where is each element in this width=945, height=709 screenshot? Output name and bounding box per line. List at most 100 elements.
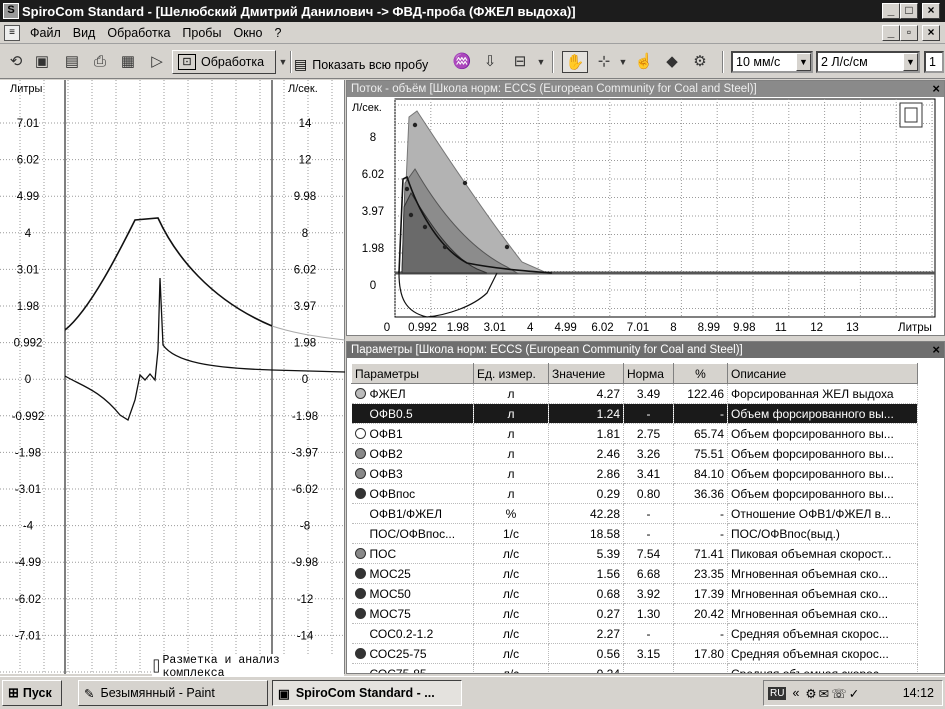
params-row[interactable]: СОС0.2-1.2 л/с 2.27- - Средняя объемная скор… [351, 623, 918, 644]
params-row[interactable]: ФЖЕЛ л 4.27 3.49 122.46 Форсированная ЖЕЛ выд… [351, 383, 918, 404]
cell-desc: Средняя объемная скорос... [727, 643, 918, 664]
params-close-icon[interactable]: × [932, 342, 940, 358]
params-row[interactable]: СОС25-75 л/с 0.56 3.15 17.80 Средняя объемная… [351, 643, 918, 664]
col-header-description[interactable]: Описание [727, 363, 918, 384]
params-row[interactable]: ПОС/ОФВпос... 1/с 18.58- - ПОС/ОФВпос(выд.) [351, 523, 918, 544]
layout-dropdown-icon[interactable]: ▼ [536, 51, 546, 73]
cursor-tool-icon[interactable]: ⊹ [592, 51, 616, 73]
cell-desc: Средняя объемная скорос... [727, 623, 918, 644]
pointer-icon[interactable]: ☝ [634, 51, 654, 73]
cell-pct: 20.42 [673, 603, 728, 624]
params-row[interactable]: ОФВ3 л 2.86 3.41 84.10 Объем форсированного в… [351, 463, 918, 484]
hand-tool-icon[interactable]: ✋ [562, 51, 588, 73]
app-icon[interactable]: S [3, 3, 19, 19]
cell-name: ФЖЕЛ [351, 383, 474, 404]
settings-icon[interactable]: ⚙ [688, 51, 712, 73]
menu-help[interactable]: ? [269, 26, 288, 40]
scale-select[interactable]: 2 Л/с/см ▼ [816, 51, 920, 73]
cursor-dropdown-icon[interactable]: ▼ [618, 51, 628, 73]
mdi-minimize-button[interactable]: _ [882, 25, 900, 41]
cell-name: МОС25 [351, 563, 474, 584]
start-button[interactable]: ⊞ Пуск [2, 680, 62, 706]
menu-file[interactable]: Файл [24, 26, 67, 40]
menu-processing[interactable]: Обработка [101, 26, 176, 40]
taskbar: ⊞ Пуск ✎ Безымянный - Paint ▣ SpiroCom S… [0, 676, 945, 709]
params-row[interactable]: МОС25 л/с 1.56 6.68 23.35 Мгновенная объемная… [351, 563, 918, 584]
col-header-param[interactable]: Параметры [351, 363, 474, 384]
col-header-value[interactable]: Значение [548, 363, 624, 384]
status-marker-icon [355, 628, 366, 639]
cell-text: - [720, 506, 724, 521]
chevron-down-icon[interactable]: ▼ [903, 53, 918, 71]
flow-volume-titlebar[interactable]: Поток - объём [Школа норм: ECCS (Europea… [347, 81, 944, 97]
menu-tests[interactable]: Пробы [176, 26, 227, 40]
down-arrow-icon[interactable]: ⇩ [480, 51, 500, 73]
params-row[interactable]: МОС75 л/с 0.27 1.30 20.42 Мгновенная объемная… [351, 603, 918, 624]
close-button[interactable]: × [922, 3, 940, 19]
params-row[interactable]: ПОС л/с 5.39 7.54 71.41 Пиковая объемная скор… [351, 543, 918, 564]
play-icon[interactable]: ▷ [148, 51, 166, 73]
maximize-button[interactable]: □ [900, 3, 918, 19]
status-marker-icon [354, 647, 366, 659]
right-unit-label: Л/сек. [288, 83, 318, 95]
cell-name: МОС75 [351, 603, 474, 624]
flow-volume-title: Поток - объём [Школа норм: ECCS (Europea… [351, 83, 757, 95]
mdi-close-button[interactable]: × [922, 25, 940, 41]
chevron-down-icon[interactable]: ▼ [796, 53, 811, 71]
language-indicator[interactable]: RU [768, 686, 787, 700]
task-spirocom[interactable]: ▣ SpiroCom Standard - ... [272, 680, 462, 706]
col-header-percent[interactable]: % [673, 363, 728, 384]
cell-name: СОС75-85 [351, 663, 474, 673]
processing-button[interactable]: ⊡ Обработка [172, 50, 276, 74]
load-icon[interactable]: ⟲ [6, 51, 26, 73]
cell-text: 71.41 [693, 546, 724, 561]
speed-select[interactable]: 10 мм/с ▼ [731, 51, 813, 73]
time-chart-panel[interactable]: Литры Л/сек. 7.01 6.02 4.99 4 3.01 1.98 0.992 0 -0… [0, 80, 345, 680]
menu-window[interactable]: Окно [227, 26, 268, 40]
left-tick-label: 7.01 [17, 118, 39, 130]
mdi-restore-button[interactable]: ▫ [900, 25, 918, 41]
norm-point [408, 212, 414, 218]
menu-view[interactable]: Вид [67, 26, 102, 40]
params-row[interactable]: ОФВ1/ФЖЕЛ% 42.28- - Отношение ОФВ1/ФЖЕЛ в..… [351, 503, 918, 524]
params-row[interactable]: ОФВ2 л 2.46 3.26 75.51 Объем форсированного в… [351, 443, 918, 464]
flow-volume-close-icon[interactable]: × [932, 81, 940, 97]
processing-icon: ⊡ [178, 54, 196, 70]
task-paint[interactable]: ✎ Безымянный - Paint [78, 680, 268, 706]
extra-input[interactable]: 1 [924, 51, 944, 73]
eraser-icon[interactable]: ◆ [660, 51, 684, 73]
col-header-unit[interactable]: Ед. измер. [473, 363, 549, 384]
cell-text: МОС75 [369, 606, 411, 621]
layout-icon[interactable]: ⊟ [508, 51, 532, 73]
save-icon[interactable]: ▣ [32, 51, 52, 73]
minimize-button[interactable]: _ [882, 3, 900, 19]
status-marker-icon [354, 567, 366, 579]
preview-icon[interactable]: ▤ [62, 51, 82, 73]
wave-icon[interactable]: ♒ [452, 51, 472, 73]
params-row[interactable]: МОС50 л/с 0.68 3.92 17.39 Мгновенная объемная… [351, 583, 918, 604]
time-chart: Литры Л/сек. 7.01 6.02 4.99 4 3.01 1.98 0.992 0 -0… [0, 80, 345, 674]
processing-dropdown-icon[interactable]: ▼ [278, 51, 288, 73]
menu-bar: ≡ Файл Вид Обработка Пробы Окно ? [0, 22, 945, 44]
norm-point [422, 224, 428, 230]
show-all-button[interactable]: ▤ Показать всю пробу [294, 56, 428, 73]
cell-text: ОФВпос [369, 486, 416, 501]
print-icon[interactable]: ⎙ [90, 51, 110, 73]
tray-icons[interactable]: ⚙✉☏✓ [805, 686, 861, 701]
params-row[interactable]: ОФВ1 л 1.81 2.75 65.74 Объем форсированного в… [351, 423, 918, 444]
speed-value: 10 мм/с [736, 55, 781, 69]
col-header-norm[interactable]: Норма [623, 363, 674, 384]
export-icon[interactable]: ▦ [118, 51, 138, 73]
params-titlebar[interactable]: Параметры [Школа норм: ECCS (European Co… [347, 342, 944, 358]
cell-text: - [720, 526, 724, 541]
cell-text: 2.86 [596, 466, 620, 481]
params-row[interactable]: ОФВпос л 0.29 0.80 36.36 Объем форсированного… [351, 483, 918, 504]
cell-text: 1.56 [596, 566, 620, 581]
cell-text: - [646, 526, 651, 541]
tray-expand-icon[interactable]: « [792, 686, 799, 700]
cell-text: Мгновенная объемная ско... [731, 566, 889, 581]
params-row[interactable]: ОФВ0.5 л 1.24- - Объем форсированного вы... [351, 403, 918, 424]
params-row[interactable]: СОС75-85 л/с 0.24 Средняя объемная скорос..… [351, 663, 918, 673]
document-icon[interactable]: ≡ [4, 24, 20, 41]
cell-value: 18.58 [548, 523, 624, 544]
